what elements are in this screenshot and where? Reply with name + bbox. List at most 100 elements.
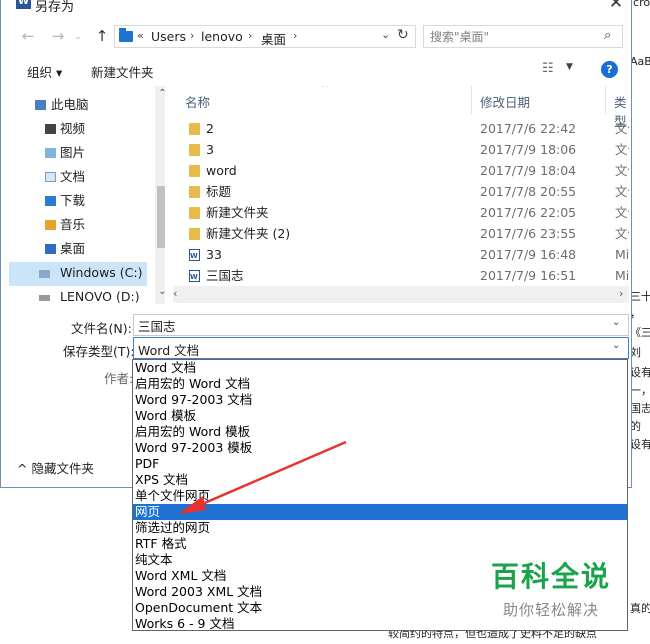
scrollbar-thumb[interactable] (157, 186, 165, 248)
column-header-name[interactable]: 名称 (185, 92, 210, 111)
nav-item-downloads[interactable]: 下载 (9, 190, 147, 212)
recent-locations-dropdown[interactable]: ⌄ (71, 27, 85, 47)
scroll-right-icon[interactable]: › (619, 287, 623, 300)
background-text-snippet: 设有 (630, 438, 650, 451)
file-row[interactable]: 2 2017/7/6 22:42 文件 (181, 118, 629, 139)
breadcrumb-desktop[interactable]: 桌面 (261, 29, 286, 48)
savetype-option[interactable]: PDF (133, 456, 627, 472)
search-icon[interactable]: ⌕ (604, 28, 611, 43)
nav-item-documents[interactable]: 文档 (9, 166, 147, 188)
computer-icon (35, 100, 46, 110)
background-text-snippet: 真的 (630, 602, 650, 615)
savetype-option[interactable]: Word 文档 (133, 360, 627, 376)
background-text-snippet: 三十 (630, 290, 650, 303)
scroll-down-icon[interactable]: ⌄ (157, 286, 165, 297)
sort-ascending-icon: ^ (321, 86, 330, 94)
view-dropdown-icon[interactable]: ▼ (566, 62, 573, 72)
title-bar: W 另存为 ✕ (1, 0, 631, 16)
breadcrumb-lenovo[interactable]: lenovo (201, 29, 243, 44)
breadcrumb-separator-icon[interactable]: › (293, 29, 297, 42)
nav-item-music[interactable]: 音乐 (9, 214, 147, 236)
column-header-date[interactable]: 修改日期 (480, 92, 530, 111)
savetype-option[interactable]: Word 模板 (133, 408, 627, 424)
file-type: 文件 (615, 163, 629, 178)
nav-item-lenovo-d[interactable]: LENOVO (D:) (9, 286, 147, 304)
background-text-snippet: 《三 (630, 326, 650, 339)
file-row[interactable]: 标题 2017/7/8 20:55 文件 (181, 181, 629, 202)
author-label: 作者: (104, 371, 134, 386)
dialog-title: 另存为 (35, 0, 75, 15)
address-bar[interactable]: « Users › lenovo › 桌面 › ⌄ ↻ (114, 25, 416, 48)
folder-icon (189, 228, 200, 240)
chevron-down-icon[interactable]: ⌄ (612, 340, 620, 351)
refresh-icon[interactable]: ↻ (397, 27, 409, 43)
file-type: 文件 (615, 205, 629, 220)
savetype-option[interactable]: 网页 (133, 504, 627, 520)
savetype-select[interactable]: Word 文档 ⌄ (133, 337, 629, 359)
nav-item-label: 下载 (60, 193, 86, 208)
filename-input[interactable] (138, 317, 598, 333)
address-dropdown-icon[interactable]: ⌄ (381, 28, 390, 41)
background-text-snippet: AaB (630, 55, 650, 68)
nav-item-label: 桌面 (60, 241, 86, 256)
savetype-option[interactable]: XPS 文档 (133, 472, 627, 488)
file-date: 2017/7/6 22:05 (480, 205, 577, 220)
savetype-option[interactable]: 启用宏的 Word 文档 (133, 376, 627, 392)
up-button[interactable]: ↑ (91, 26, 113, 46)
hide-folders-button[interactable]: ^ 隐藏文件夹 (17, 458, 94, 477)
folder-icon (189, 207, 200, 219)
file-date: 2017/7/6 23:55 (480, 226, 577, 241)
search-input[interactable] (430, 29, 590, 45)
file-name: 三国志 (206, 268, 244, 283)
drive-icon (39, 270, 50, 278)
savetype-option[interactable]: Word 97-2003 模板 (133, 440, 627, 456)
file-row[interactable]: 33 2017/7/9 16:48 Mic (181, 244, 629, 267)
breadcrumb-separator-icon[interactable]: › (190, 29, 194, 42)
forward-button[interactable]: → (47, 26, 69, 46)
savetype-option[interactable]: RTF 格式 (133, 536, 627, 552)
savetype-option[interactable]: 启用宏的 Word 模板 (133, 424, 627, 440)
organize-button[interactable]: 组织 ▾ (27, 62, 62, 81)
nav-item-label: 视频 (60, 121, 86, 136)
file-row[interactable]: word 2017/7/9 18:04 文件 (181, 160, 629, 181)
file-type: 文件 (615, 121, 629, 136)
background-text-snippet: 一， (630, 384, 650, 397)
nav-item-desktop[interactable]: 桌面 (9, 238, 147, 260)
command-toolbar: 组织 ▾ 新建文件夹 ☷ ▼ ? (1, 54, 631, 86)
overflow-chevron-icon[interactable]: « (137, 29, 144, 42)
filename-label: 文件名(N): (71, 321, 132, 336)
file-name: word (206, 163, 237, 178)
new-folder-button[interactable]: 新建文件夹 (91, 62, 154, 81)
savetype-option[interactable]: 单个文件网页 (133, 488, 627, 504)
nav-item-videos[interactable]: 视频 (9, 118, 147, 140)
search-box[interactable]: ⌕ (423, 25, 623, 48)
help-icon[interactable]: ? (601, 61, 618, 78)
file-row[interactable]: 新建文件夹 (2) 2017/7/6 23:55 文件 (181, 223, 629, 244)
download-icon (45, 196, 56, 206)
file-row[interactable]: 3 2017/7/9 18:06 文件 (181, 139, 629, 160)
column-divider[interactable] (605, 86, 606, 114)
chevron-down-icon[interactable]: ⌄ (612, 317, 620, 328)
savetype-option[interactable]: 筛选过的网页 (133, 520, 627, 536)
nav-item-this-pc[interactable]: 此电脑 (9, 94, 147, 116)
savetype-option[interactable]: Word 97-2003 文档 (133, 392, 627, 408)
nav-item-windows-c[interactable]: Windows (C:) (9, 262, 147, 286)
column-divider[interactable] (471, 86, 472, 114)
background-text-snippet: 国志 (630, 402, 650, 415)
file-row[interactable]: 三国志 2017/7/9 16:51 Mic (181, 265, 629, 288)
file-date: 2017/7/9 16:51 (480, 268, 577, 283)
breadcrumb-users[interactable]: Users (151, 29, 186, 44)
close-button[interactable]: ✕ (605, 0, 627, 14)
nav-item-pictures[interactable]: 图片 (9, 142, 147, 164)
scroll-left-icon[interactable]: ‹ (173, 287, 177, 300)
file-row[interactable]: 新建文件夹 2017/7/6 22:05 文件 (181, 202, 629, 223)
file-list-horizontal-scrollbar[interactable]: ‹ › (173, 286, 629, 303)
scroll-up-icon[interactable]: ⌃ (157, 88, 165, 99)
breadcrumb-separator-icon[interactable]: › (248, 29, 252, 42)
file-date: 2017/7/9 18:04 (480, 163, 577, 178)
file-name: 2 (206, 121, 214, 136)
nav-pane-scrollbar[interactable]: ⌃ ⌄ (155, 86, 165, 304)
filename-combobox[interactable]: ⌄ (133, 314, 629, 336)
back-button[interactable]: ← (17, 26, 39, 46)
view-options-icon[interactable]: ☷ (542, 61, 554, 76)
